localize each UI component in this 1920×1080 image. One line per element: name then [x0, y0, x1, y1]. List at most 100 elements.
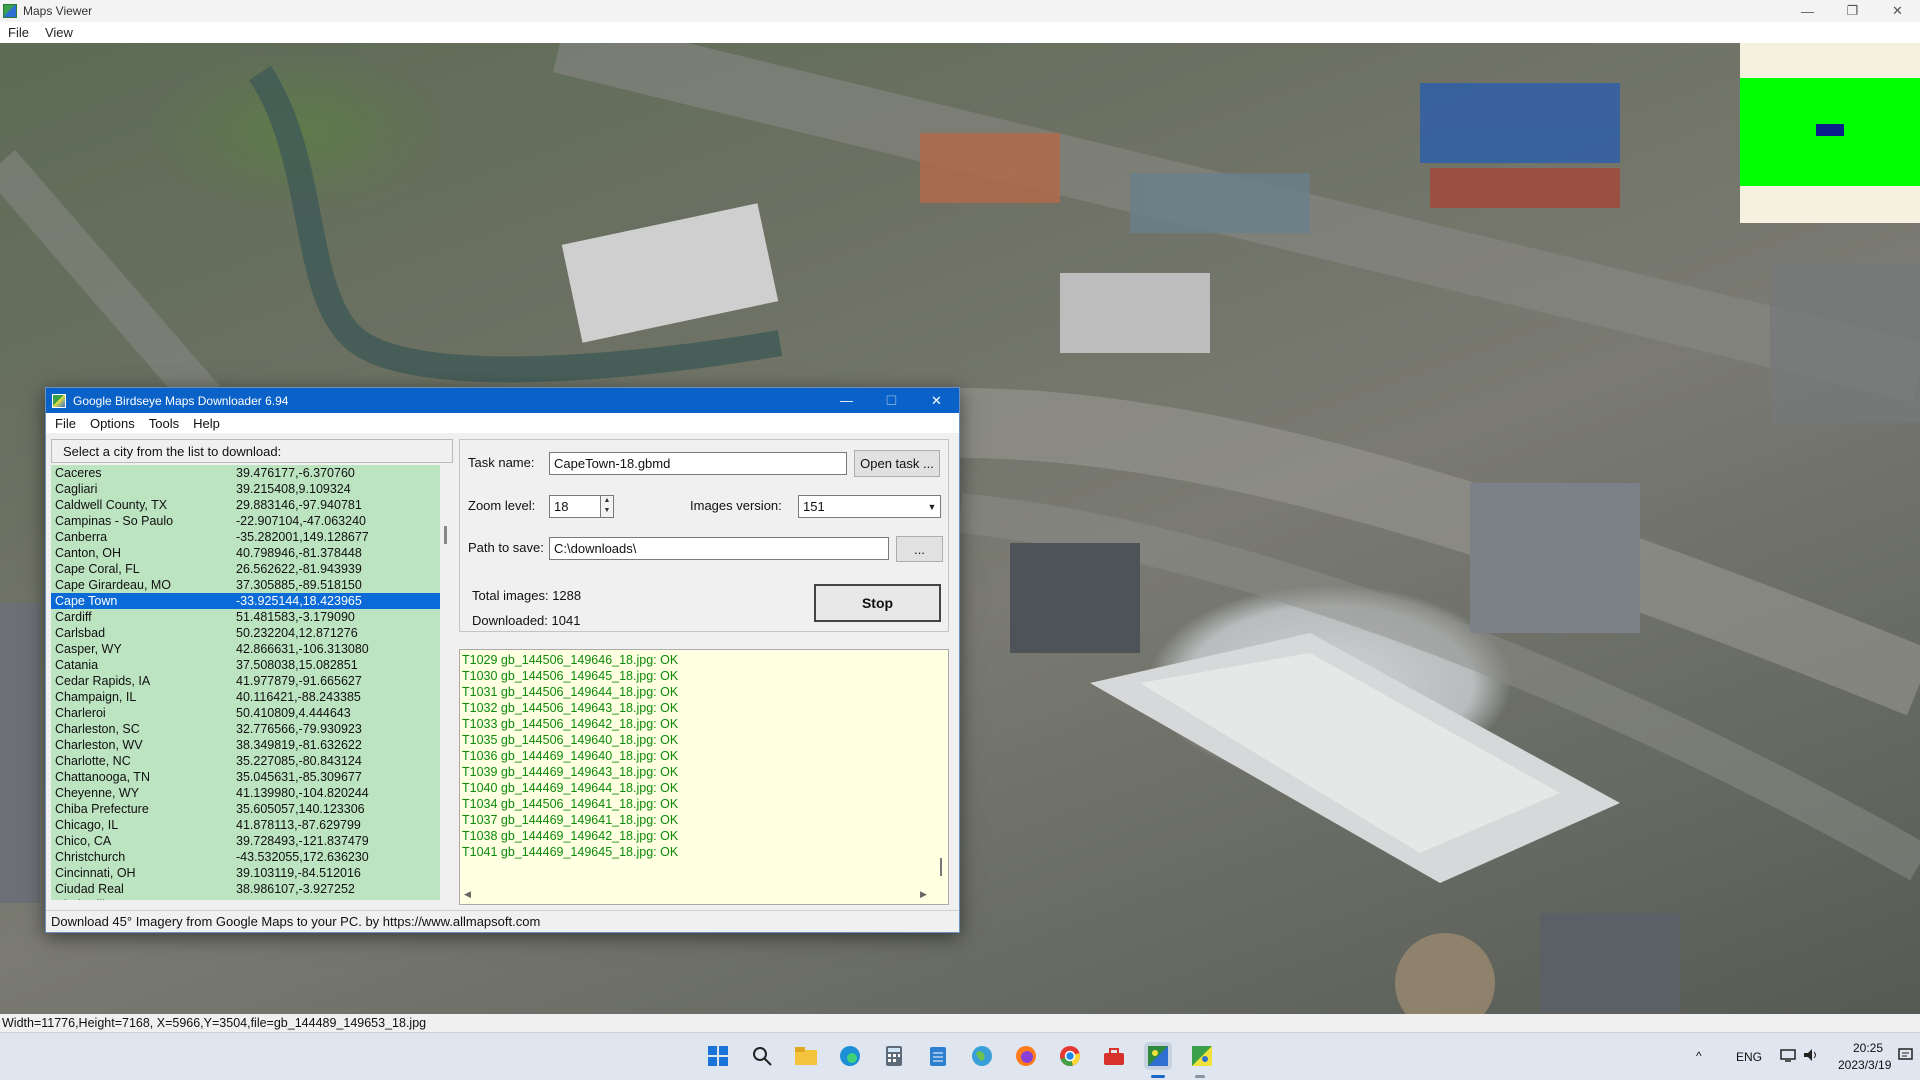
birdseye-downloader-icon[interactable] — [1188, 1042, 1216, 1070]
log-line: T1037 gb_144469_149641_18.jpg: OK — [462, 813, 679, 827]
city-list-item[interactable]: Caceres 39.476177,-6.370760 — [51, 465, 440, 481]
restore-button[interactable]: ❐ — [1830, 0, 1875, 22]
zoom-level-stepper[interactable]: ▲ ▼ — [600, 495, 614, 518]
city-name: Cheyenne, WY — [55, 786, 140, 800]
city-list-item[interactable]: Chico, CA 39.728493,-121.837479 — [51, 833, 440, 849]
file-explorer-icon[interactable] — [792, 1042, 820, 1070]
city-list-item[interactable]: Chattanooga, TN 35.045631,-85.309677 — [51, 769, 440, 785]
minimize-button[interactable]: — — [824, 388, 869, 413]
menu-tools[interactable]: Tools — [142, 416, 186, 431]
city-coordinates: 37.305885,-89.518150 — [236, 578, 362, 592]
city-list-item[interactable]: Canton, OH 40.798946,-81.378448 — [51, 545, 440, 561]
city-name: Charleston, SC — [55, 722, 140, 736]
city-list-item[interactable]: Caldwell County, TX 29.883146,-97.940781 — [51, 497, 440, 513]
scroll-left-icon[interactable]: ◀ — [464, 889, 471, 900]
images-version-label: Images version: — [690, 498, 782, 513]
menu-view[interactable]: View — [37, 25, 81, 40]
city-list-item[interactable]: Cincinnati, OH 39.103119,-84.512016 — [51, 865, 440, 881]
city-list-item[interactable]: Chiba Prefecture 35.605057,140.123306 — [51, 801, 440, 817]
city-list-item[interactable]: Clarksville, TN36.529770,-87.359451 — [51, 897, 440, 900]
city-list-item[interactable]: Carlsbad 50.232204,12.871276 — [51, 625, 440, 641]
volume-icon[interactable] — [1802, 1047, 1820, 1066]
city-list-item[interactable]: Cape Town -33.925144,18.423965 — [51, 593, 440, 609]
city-list-item[interactable]: Campinas - So Paulo -22.907104,-47.063240 — [51, 513, 440, 529]
city-name: Clarksville, TN — [51, 897, 233, 900]
task-name-input[interactable]: CapeTown-18.gbmd — [549, 452, 847, 475]
city-list-item[interactable]: Cagliari 39.215408,9.109324 — [51, 481, 440, 497]
notification-icon[interactable] — [1898, 1047, 1914, 1066]
search-icon[interactable] — [748, 1042, 776, 1070]
minimap-viewport-marker[interactable] — [1816, 124, 1844, 136]
menu-file[interactable]: File — [0, 25, 37, 40]
city-list[interactable]: Caceres 39.476177,-6.370760 Cagliari 39.215… — [51, 465, 440, 900]
city-list-item[interactable]: Christchurch -43.532055,172.636230 — [51, 849, 440, 865]
city-name: Cagliari — [55, 482, 98, 496]
city-list-item[interactable]: Cedar Rapids, IA 41.977879,-91.665627 — [51, 673, 440, 689]
city-list-item[interactable]: Charleroi 50.410809,4.444643 — [51, 705, 440, 721]
images-version-select[interactable]: 151 ▼ — [798, 495, 941, 518]
log-line: T1036 gb_144469_149640_18.jpg: OK — [462, 749, 679, 763]
maps-globe-icon[interactable] — [968, 1042, 996, 1070]
city-list-item[interactable]: Casper, WY 42.866631,-106.313080 — [51, 641, 440, 657]
city-coordinates: 39.476177,-6.370760 — [236, 466, 355, 480]
log-line: T1041 gb_144469_149645_18.jpg: OK — [462, 845, 679, 859]
city-list-item[interactable]: Charleston, SC 32.776566,-79.930923 — [51, 721, 440, 737]
scrollbar-thumb[interactable] — [444, 526, 447, 544]
maximize-button[interactable]: ☐ — [869, 388, 914, 413]
close-button[interactable]: ✕ — [914, 388, 959, 413]
chrome-icon[interactable] — [1056, 1042, 1084, 1070]
clock-time[interactable]: 20:25 — [1853, 1041, 1883, 1055]
log-horizontal-scrollbar[interactable]: ◀ ▶ — [460, 889, 933, 904]
toolbox-icon[interactable] — [1100, 1042, 1128, 1070]
city-list-item[interactable]: Canberra -35.282001,149.128677 — [51, 529, 440, 545]
downloader-titlebar[interactable]: Google Birdseye Maps Downloader 6.94 — ☐… — [46, 388, 959, 413]
calculator-icon[interactable] — [880, 1042, 908, 1070]
log-line: T1039 gb_144469_149643_18.jpg: OK — [462, 765, 679, 779]
city-list-item[interactable]: Charlotte, NC 35.227085,-80.843124 — [51, 753, 440, 769]
scrollbar-thumb[interactable] — [940, 858, 942, 876]
chevron-down-icon[interactable]: ▼ — [924, 496, 940, 517]
total-images-text: Total images: 1288 — [472, 588, 582, 603]
zoom-level-input[interactable]: 18 — [549, 495, 601, 518]
path-to-save-input[interactable]: C:\downloads\ — [549, 537, 889, 560]
open-app-indicator — [1195, 1075, 1205, 1078]
log-vertical-scrollbar[interactable] — [933, 650, 948, 904]
zoom-level-label: Zoom level: — [468, 498, 536, 513]
city-list-item[interactable]: Cape Coral, FL 26.562622,-81.943939 — [51, 561, 440, 577]
city-list-item[interactable]: Catania 37.508038,15.082851 — [51, 657, 440, 673]
log-line: T1034 gb_144506_149641_18.jpg: OK — [462, 797, 679, 811]
city-name: Charleston, WV — [55, 738, 143, 752]
edge-browser-icon[interactable] — [836, 1042, 864, 1070]
city-list-item[interactable]: Cardiff 51.481583,-3.179090 — [51, 609, 440, 625]
minimize-button[interactable]: — — [1785, 0, 1830, 22]
tray-overflow-chevron-icon[interactable]: ^ — [1696, 1049, 1702, 1063]
browse-folder-button[interactable]: ... — [896, 536, 943, 562]
close-button[interactable]: ✕ — [1875, 0, 1920, 22]
notepad-icon[interactable] — [924, 1042, 952, 1070]
city-list-item[interactable]: Charleston, WV 38.349819,-81.632622 — [51, 737, 440, 753]
overview-minimap[interactable] — [1740, 43, 1920, 223]
city-coordinates: 38.986107,-3.927252 — [236, 882, 355, 896]
city-list-item[interactable]: Cheyenne, WY 41.139980,-104.820244 — [51, 785, 440, 801]
windows-start-icon[interactable] — [704, 1042, 732, 1070]
network-icon[interactable] — [1780, 1047, 1796, 1066]
downloader-caption-buttons: — ☐ ✕ — [824, 388, 959, 413]
firefox-icon[interactable] — [1012, 1042, 1040, 1070]
download-log[interactable]: T1029 gb_144506_149646_18.jpg: OK T1030 g… — [459, 649, 949, 905]
maps-viewer-icon[interactable] — [1144, 1042, 1172, 1070]
menu-file[interactable]: File — [48, 416, 83, 431]
scroll-right-icon[interactable]: ▶ — [920, 889, 927, 900]
menu-help[interactable]: Help — [186, 416, 227, 431]
city-list-item[interactable]: Ciudad Real 38.986107,-3.927252 — [51, 881, 440, 897]
city-list-scrollbar[interactable] — [440, 465, 453, 900]
city-list-item[interactable]: Champaign, IL 40.116421,-88.243385 — [51, 689, 440, 705]
clock-date[interactable]: 2023/3/19 — [1838, 1058, 1891, 1072]
city-name: Charleroi — [55, 706, 106, 720]
menu-options[interactable]: Options — [83, 416, 142, 431]
open-task-button[interactable]: Open task ... — [854, 450, 940, 477]
city-list-item[interactable]: Cape Girardeau, MO 37.305885,-89.518150 — [51, 577, 440, 593]
stop-button[interactable]: Stop — [814, 584, 941, 622]
city-coordinates: -33.925144,18.423965 — [236, 594, 362, 608]
language-indicator[interactable]: ENG — [1736, 1050, 1762, 1064]
city-list-item[interactable]: Chicago, IL 41.878113,-87.629799 — [51, 817, 440, 833]
